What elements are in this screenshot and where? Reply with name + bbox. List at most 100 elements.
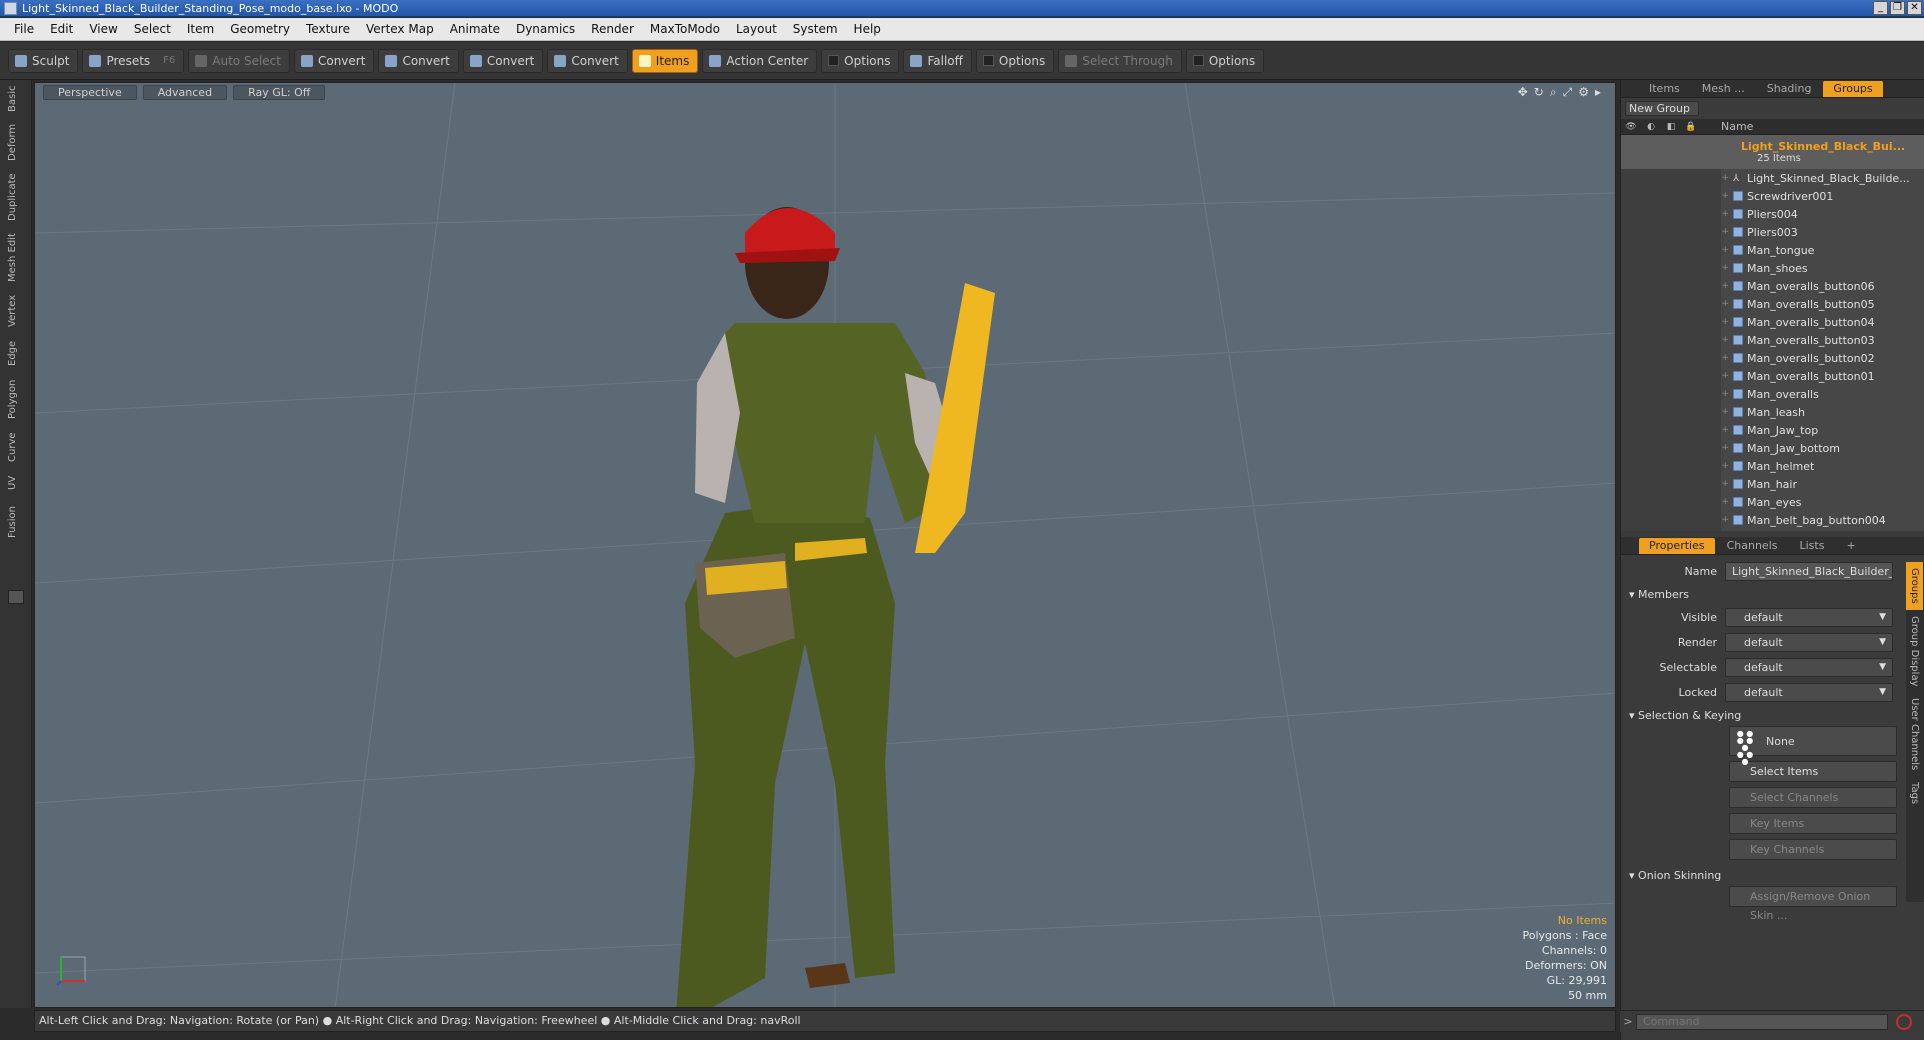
items-mode-button[interactable]: Items: [631, 48, 699, 73]
eye-icon[interactable]: 👁: [1621, 122, 1641, 132]
tab-fusion[interactable]: Fusion: [7, 502, 25, 542]
menu-system[interactable]: System: [785, 22, 846, 36]
minimize-button[interactable]: _: [1873, 1, 1888, 15]
list-item[interactable]: + Man_overalls_button01: [1621, 367, 1924, 385]
raygl-button[interactable]: Ray GL: Off: [233, 84, 326, 100]
list-item[interactable]: + ⅄ Light_Skinned_Black_Builde...: [1621, 169, 1924, 187]
tab-mesh[interactable]: Mesh ...: [1692, 81, 1755, 97]
list-item[interactable]: + Pliers003: [1621, 223, 1924, 241]
list-item[interactable]: + Man_overalls_button04: [1621, 313, 1924, 331]
list-item[interactable]: + Man_Jaw_bottom: [1621, 439, 1924, 457]
render-icon[interactable]: ◐: [1641, 122, 1661, 132]
menu-help[interactable]: Help: [846, 22, 889, 36]
select-through-button[interactable]: Select Through: [1058, 48, 1182, 73]
list-item[interactable]: + Man_Jaw_top: [1621, 421, 1924, 439]
tab-duplicate[interactable]: Duplicate: [7, 172, 25, 222]
side-tab-user-channels[interactable]: User Channels: [1906, 692, 1923, 776]
maximize-icon[interactable]: ⤢: [1563, 85, 1573, 100]
tab-groups[interactable]: Groups: [1823, 81, 1883, 97]
locked-select[interactable]: default ▼: [1725, 683, 1893, 702]
rotate-icon[interactable]: ↻: [1534, 85, 1544, 100]
tab-shading[interactable]: Shading: [1757, 81, 1822, 97]
list-item[interactable]: + Man_shoes: [1621, 259, 1924, 277]
list-item[interactable]: + Man_overalls_button05: [1621, 295, 1924, 313]
name-field[interactable]: Light_Skinned_Black_Builder_Sta: [1725, 562, 1893, 581]
list-item[interactable]: + Man_hair: [1621, 475, 1924, 493]
tab-properties[interactable]: Properties: [1639, 538, 1715, 554]
new-group-button[interactable]: New Group: [1625, 101, 1699, 116]
group-row[interactable]: Light_Skinned_Black_Bui... 25 Items: [1621, 135, 1924, 169]
side-tab-groups[interactable]: Groups: [1906, 562, 1923, 610]
advanced-button[interactable]: Advanced: [142, 84, 228, 100]
menu-texture[interactable]: Texture: [298, 22, 358, 36]
onion-skinning-section[interactable]: ▾ Onion Skinning: [1621, 865, 1924, 886]
menu-dynamics[interactable]: Dynamics: [508, 22, 583, 36]
action-center-button[interactable]: Action Center: [702, 48, 818, 73]
none-selector[interactable]: ● ● ● ● ● ● ● ● None: [1729, 726, 1897, 766]
select-through-options[interactable]: Options: [1185, 48, 1265, 73]
convert-button-2[interactable]: Convert: [378, 48, 459, 73]
selectable-select[interactable]: default ▼: [1725, 658, 1893, 677]
tab-uv[interactable]: UV: [7, 472, 25, 494]
auto-select-button[interactable]: Auto Select: [188, 48, 290, 73]
move-icon[interactable]: ✥: [1518, 85, 1528, 100]
menu-render[interactable]: Render: [583, 22, 642, 36]
tab-deform[interactable]: Deform: [7, 122, 25, 162]
tab-basic[interactable]: Basic: [7, 84, 25, 114]
menu-geometry[interactable]: Geometry: [222, 22, 298, 36]
list-item[interactable]: + Man_overalls_button03: [1621, 331, 1924, 349]
menu-vertex-map[interactable]: Vertex Map: [358, 22, 442, 36]
tab-items[interactable]: Items: [1639, 81, 1690, 97]
select-channels-button[interactable]: Select Channels: [1729, 787, 1897, 808]
record-icon[interactable]: [1896, 1013, 1912, 1030]
convert-button-1[interactable]: Convert: [293, 48, 375, 73]
tab-polygon[interactable]: Polygon: [7, 376, 25, 422]
convert-button-4[interactable]: Convert: [547, 48, 628, 73]
select-icon[interactable]: ◧: [1661, 122, 1681, 132]
tab-lists[interactable]: Lists: [1790, 538, 1835, 554]
menu-select[interactable]: Select: [126, 22, 179, 36]
expand-toggle[interactable]: [8, 590, 24, 604]
menu-animate[interactable]: Animate: [442, 22, 508, 36]
tab-mesh-edit[interactable]: Mesh Edit: [7, 232, 25, 284]
assign-onion-skin-button[interactable]: Assign/Remove Onion Skin ...: [1729, 886, 1897, 922]
list-item[interactable]: + Man_helmet: [1621, 457, 1924, 475]
list-item[interactable]: + Man_belt_bag_button004: [1621, 511, 1924, 529]
falloff-options[interactable]: Options: [975, 48, 1055, 73]
menu-item[interactable]: Item: [179, 22, 222, 36]
menu-view[interactable]: View: [81, 22, 125, 36]
convert-button-3[interactable]: Convert: [462, 48, 544, 73]
members-section[interactable]: ▾ Members: [1621, 584, 1924, 605]
zoom-icon[interactable]: ⌕: [1550, 85, 1557, 100]
key-items-button[interactable]: Key Items: [1729, 813, 1897, 834]
list-item[interactable]: + Man_leash: [1621, 403, 1924, 421]
arrow-right-icon[interactable]: ▸: [1595, 85, 1601, 100]
side-tab-tags[interactable]: Tags: [1906, 776, 1923, 810]
command-input[interactable]: [1636, 1013, 1888, 1030]
falloff-button[interactable]: Falloff: [903, 48, 972, 73]
tab-vertex[interactable]: Vertex: [7, 292, 25, 330]
select-items-button[interactable]: Select Items: [1729, 761, 1897, 782]
list-item[interactable]: + Man_tongue: [1621, 241, 1924, 259]
tab-edge[interactable]: Edge: [7, 338, 25, 368]
list-item[interactable]: + Man_overalls: [1621, 385, 1924, 403]
list-item[interactable]: + Man_eyes: [1621, 493, 1924, 511]
side-tab-group-display[interactable]: Group Display: [1906, 610, 1923, 692]
lock-icon[interactable]: 🔒: [1681, 122, 1701, 132]
list-item[interactable]: + Screwdriver001: [1621, 187, 1924, 205]
presets-button[interactable]: Presets F6: [82, 48, 185, 73]
tab-curve[interactable]: Curve: [7, 430, 25, 464]
close-button[interactable]: ✕: [1907, 1, 1922, 15]
visible-select[interactable]: default ▼: [1725, 608, 1893, 627]
sculpt-button[interactable]: Sculpt: [8, 48, 79, 73]
maximize-button[interactable]: ❐: [1890, 1, 1905, 15]
list-item[interactable]: + Man_overalls_button06: [1621, 277, 1924, 295]
list-item[interactable]: + Man_overalls_button02: [1621, 349, 1924, 367]
3d-viewport[interactable]: Perspective Advanced Ray GL: Off ✥ ↻ ⌕ ⤢…: [34, 82, 1616, 1008]
menu-maxtomodo[interactable]: MaxToModo: [642, 22, 728, 36]
menu-edit[interactable]: Edit: [42, 22, 81, 36]
render-select[interactable]: default ▼: [1725, 633, 1893, 652]
menu-file[interactable]: File: [6, 22, 42, 36]
menu-layout[interactable]: Layout: [728, 22, 785, 36]
tab-channels[interactable]: Channels: [1717, 538, 1788, 554]
